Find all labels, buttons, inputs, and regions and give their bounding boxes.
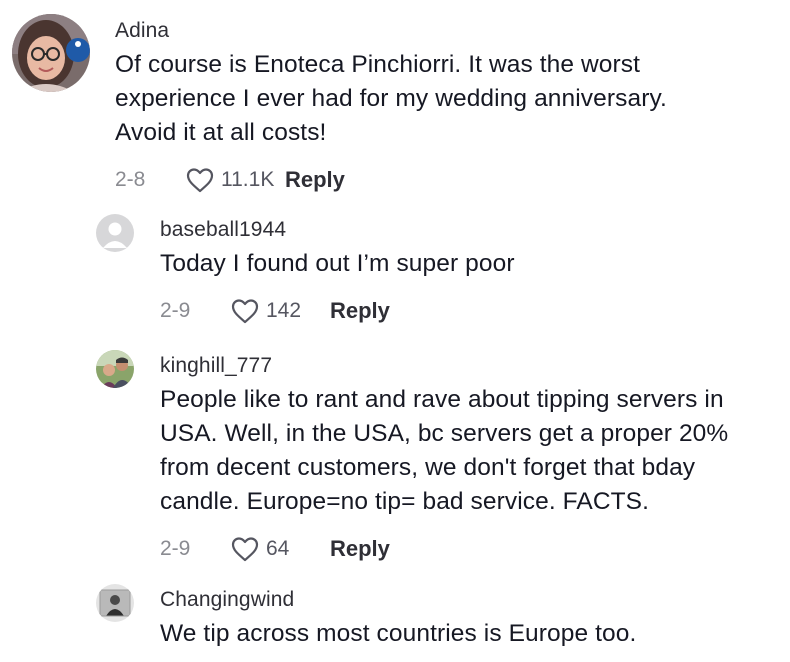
comment-item: kinghill_777 People like to rant and rav…	[96, 350, 782, 567]
comment-text: Of course is Enoteca Pinchiorri. It was …	[115, 48, 782, 150]
avatar-photo	[96, 350, 134, 388]
comment-body: Adina Of course is Enoteca Pinchiorri. I…	[115, 18, 782, 198]
comment-item: Changingwind We tip across most countrie…	[96, 584, 782, 651]
comment-date: 2-9	[160, 299, 191, 322]
comment-text: We tip across most countries is Europe t…	[160, 617, 782, 651]
heart-outline-icon	[231, 299, 259, 324]
reply-button[interactable]: Reply	[330, 536, 390, 562]
comment-username[interactable]: Adina	[115, 18, 782, 44]
heart-outline-icon	[186, 168, 214, 193]
like-button[interactable]: 142	[230, 297, 326, 325]
comment-text-line: USA. Well, in the USA, bc servers get a …	[160, 420, 729, 447]
comment-text: People like to rant and rave about tippi…	[160, 383, 782, 519]
comment-text-line: from decent customers, we don't forget t…	[160, 454, 696, 481]
like-button[interactable]: 64	[230, 535, 326, 563]
comment-body: Changingwind We tip across most countrie…	[160, 587, 782, 651]
comment-username[interactable]: baseball1944	[160, 217, 782, 243]
reply-button[interactable]: Reply	[285, 167, 345, 193]
comment-meta: 2-9 142 Reply	[160, 293, 782, 329]
comment-text: Today I found out I’m super poor	[160, 247, 782, 281]
avatar[interactable]	[96, 584, 134, 622]
comment-date: 2-8	[115, 168, 146, 191]
avatar[interactable]	[12, 14, 90, 92]
comment-meta: 2-8 11.1K Reply	[115, 162, 782, 198]
avatar-photo	[96, 584, 134, 622]
comment-username[interactable]: kinghill_777	[160, 353, 782, 379]
avatar[interactable]	[96, 350, 134, 388]
comment-date: 2-9	[160, 537, 191, 560]
comment-item: Adina Of course is Enoteca Pinchiorri. I…	[12, 14, 782, 198]
like-count: 11.1K	[221, 168, 275, 191]
heart-outline-icon	[231, 537, 259, 562]
comment-text-line: experience I ever had for my wedding ann…	[115, 85, 667, 112]
comment-text-line: Avoid it at all costs!	[115, 119, 327, 146]
comment-meta: 2-9 64 Reply	[160, 531, 782, 567]
like-button[interactable]: 11.1K	[185, 166, 281, 194]
like-count: 142	[266, 299, 302, 322]
reply-button[interactable]: Reply	[330, 298, 390, 324]
like-count: 64	[266, 537, 290, 560]
comment-text-line: We tip across most countries is Europe t…	[160, 620, 637, 647]
comment-text-line: Today I found out I’m super poor	[160, 250, 515, 277]
comment-item: baseball1944 Today I found out I’m super…	[96, 214, 782, 329]
default-avatar-icon	[96, 214, 134, 252]
comment-username[interactable]: Changingwind	[160, 587, 782, 613]
comment-body: kinghill_777 People like to rant and rav…	[160, 353, 782, 567]
comment-text-line: candle. Europe=no tip= bad service. FACT…	[160, 488, 650, 515]
comment-body: baseball1944 Today I found out I’m super…	[160, 217, 782, 329]
comment-text-line: Of course is Enoteca Pinchiorri. It was …	[115, 51, 641, 78]
avatar[interactable]	[96, 214, 134, 252]
avatar-photo	[12, 14, 90, 92]
comment-text-line: People like to rant and rave about tippi…	[160, 386, 724, 413]
